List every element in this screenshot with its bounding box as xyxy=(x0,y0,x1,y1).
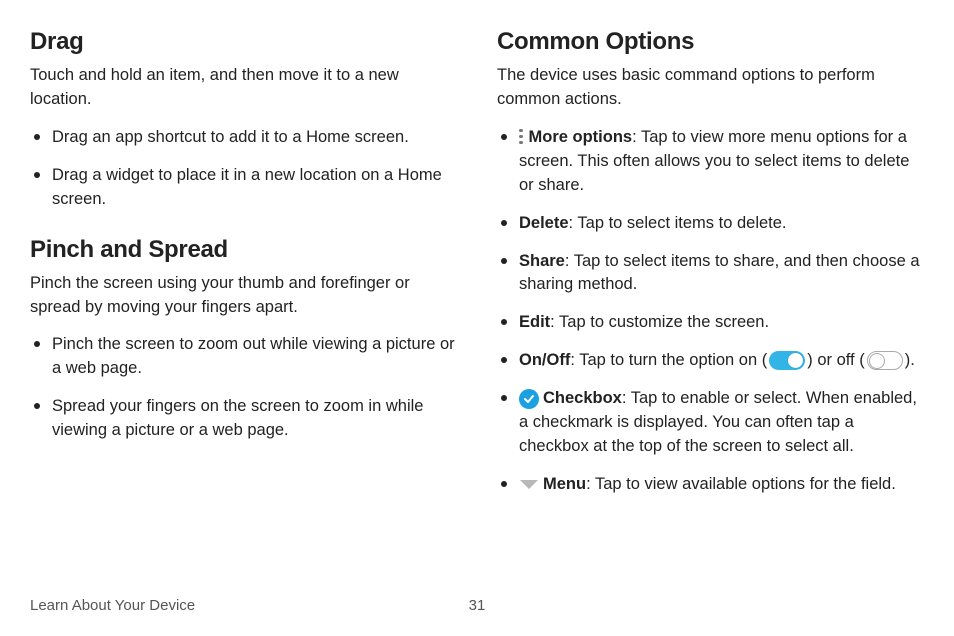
common-intro: The device uses basic command options to… xyxy=(497,64,924,112)
options-list: More options: Tap to view more menu opti… xyxy=(497,126,924,497)
right-column: Common Options The device uses basic com… xyxy=(497,28,924,511)
option-menu: Menu: Tap to view available options for … xyxy=(497,473,924,497)
option-desc: : Tap to customize the screen. xyxy=(550,313,769,331)
option-desc: : Tap to select items to delete. xyxy=(569,214,787,232)
list-item: Drag an app shortcut to add it to a Home… xyxy=(30,126,457,150)
dropdown-menu-icon xyxy=(519,479,539,491)
option-label: Delete xyxy=(519,214,569,232)
option-checkbox: Checkbox: Tap to enable or select. When … xyxy=(497,387,924,459)
list-item: Pinch the screen to zoom out while viewi… xyxy=(30,333,457,381)
onoff-mid: ) or off ( xyxy=(807,351,864,369)
option-label: More options xyxy=(529,128,633,146)
heading-pinch: Pinch and Spread xyxy=(30,236,457,264)
page-footer: Learn About Your Device 31 xyxy=(30,597,924,614)
footer-section: Learn About Your Device xyxy=(30,597,195,614)
page-number: 31 xyxy=(469,597,486,614)
option-edit: Edit: Tap to customize the screen. xyxy=(497,311,924,335)
option-desc: : Tap to view available options for the … xyxy=(586,475,896,493)
drag-list: Drag an app shortcut to add it to a Home… xyxy=(30,126,457,212)
heading-drag: Drag xyxy=(30,28,457,56)
list-item: Drag a widget to place it in a new locat… xyxy=(30,164,457,212)
more-options-icon xyxy=(519,129,523,147)
onoff-post: ). xyxy=(905,351,915,369)
option-label: Edit xyxy=(519,313,550,331)
heading-common-options: Common Options xyxy=(497,28,924,56)
drag-intro: Touch and hold an item, and then move it… xyxy=(30,64,457,112)
option-share: Share: Tap to select items to share, and… xyxy=(497,250,924,298)
option-label: On/Off xyxy=(519,351,570,369)
pinch-intro: Pinch the screen using your thumb and fo… xyxy=(30,272,457,320)
option-label: Menu xyxy=(543,475,586,493)
option-onoff: On/Off: Tap to turn the option on ( ) or … xyxy=(497,349,924,373)
checkbox-icon xyxy=(519,389,539,409)
toggle-off-icon xyxy=(867,351,903,370)
list-item: Spread your fingers on the screen to zoo… xyxy=(30,395,457,443)
option-label: Share xyxy=(519,252,565,270)
option-label: Checkbox xyxy=(543,389,622,407)
option-delete: Delete: Tap to select items to delete. xyxy=(497,212,924,236)
option-desc: : Tap to select items to share, and then… xyxy=(519,252,920,294)
pinch-list: Pinch the screen to zoom out while viewi… xyxy=(30,333,457,443)
option-more: More options: Tap to view more menu opti… xyxy=(497,126,924,198)
onoff-pre: : Tap to turn the option on ( xyxy=(570,351,767,369)
left-column: Drag Touch and hold an item, and then mo… xyxy=(30,28,457,511)
toggle-on-icon xyxy=(769,351,805,370)
